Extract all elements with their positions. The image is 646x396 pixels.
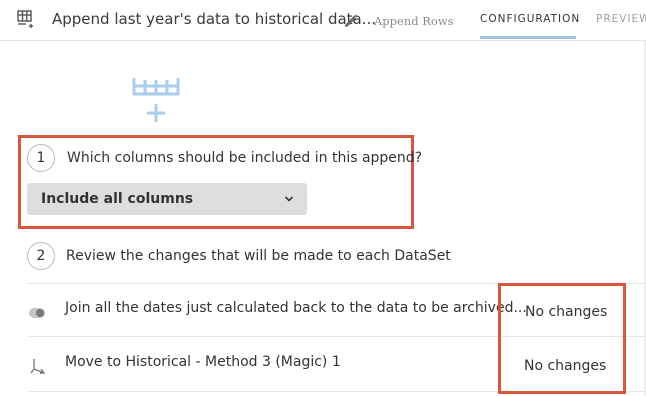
columns-dropdown-value: Include all columns — [41, 191, 194, 207]
merge-arrows-icon — [30, 359, 46, 374]
step-1-number: 1 — [27, 144, 55, 172]
append-tile-icon — [132, 78, 180, 122]
chevron-down-icon — [284, 196, 294, 202]
header-bar: Append last year's data to historical da… — [0, 0, 646, 41]
append-rows-icon — [17, 10, 33, 28]
page-title: Append last year's data to historical da… — [52, 10, 377, 28]
step-2-text: Review the changes that will be made to … — [66, 248, 451, 264]
dataset-row-label: Move to Historical - Method 3 (Magic) 1 — [65, 354, 341, 370]
toggle-icon[interactable] — [28, 306, 46, 320]
highlight-box-status — [498, 283, 626, 394]
step-2-number: 2 — [27, 242, 55, 270]
dataset-row-label: Join all the dates just calculated back … — [65, 300, 527, 316]
tile-type-label: Append Rows — [374, 14, 454, 28]
step-1-question: Which columns should be included in this… — [67, 150, 423, 166]
columns-dropdown[interactable]: Include all columns — [27, 183, 307, 215]
active-tab-indicator — [480, 36, 576, 39]
tab-preview[interactable]: PREVIEW — [596, 13, 646, 25]
pencil-icon[interactable] — [344, 14, 358, 28]
tab-configuration[interactable]: CONFIGURATION — [480, 13, 580, 25]
